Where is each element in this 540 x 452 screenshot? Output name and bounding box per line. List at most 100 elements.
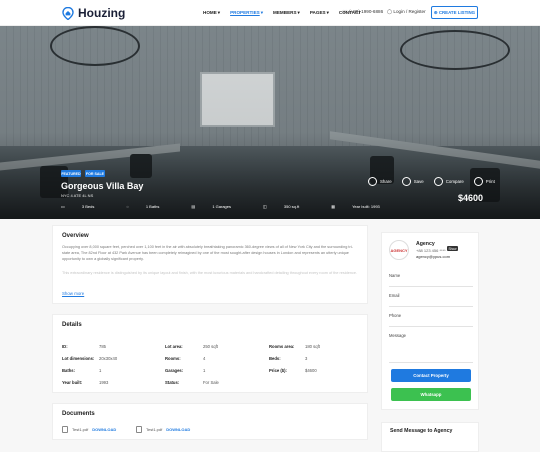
overview-title: Overview — [62, 233, 89, 239]
detail-value: 1 — [99, 368, 102, 373]
save-button[interactable]: Save — [401, 177, 424, 186]
file-icon — [62, 426, 68, 433]
show-phone-button[interactable]: Show — [447, 246, 458, 251]
agency-phone: +88 123 456 **** — [416, 248, 446, 253]
area-fact: ◫ 350 sq.ft — [263, 204, 315, 209]
agent-contact-card: AGENCY Agency +88 123 456 **** Show agen… — [381, 232, 479, 410]
detail-value: 250 sqft — [203, 344, 218, 349]
agency-name[interactable]: Agency — [416, 241, 435, 247]
details-row: ID: 785 Lot area: 250 sqft Rooms area: 1… — [62, 344, 362, 354]
detail-value: 4 — [203, 356, 206, 361]
fact-text: 1 Baths — [145, 204, 160, 209]
detail-label: Rooms area: — [269, 344, 295, 349]
compare-button[interactable]: Compare — [433, 177, 464, 186]
property-title: Gorgeous Villa Bay — [61, 181, 144, 191]
show-more-link[interactable]: Show more — [62, 291, 84, 296]
agency-logo: AGENCY — [389, 240, 409, 260]
dropdown-icon: ▾ — [297, 10, 300, 15]
email-field[interactable]: Email — [389, 293, 473, 307]
detail-label: Lot dimensions: — [62, 356, 95, 361]
property-price: $4600 — [458, 193, 484, 203]
document-name: Test1.pdf — [146, 427, 163, 432]
detail-value: 1993 — [99, 380, 109, 385]
heart-icon — [401, 177, 411, 186]
bath-icon: ◌ — [126, 204, 130, 209]
dropdown-icon: ▾ — [260, 10, 264, 15]
email-field-label: Email — [389, 293, 400, 298]
house-pin-icon — [62, 6, 74, 20]
documents-card: Documents Test1.pdf DOWNLOAD Test1.pdf D… — [52, 403, 368, 440]
login-link[interactable]: ◯ Login / Register — [387, 9, 426, 15]
message-field[interactable]: Message — [389, 333, 473, 363]
share-icon — [368, 177, 377, 186]
top-navbar: Houzing HOME ▾ PROPERTIES ▾ MEMBERS ▾ PAGES… — [0, 0, 540, 26]
phone-field-label: Phone — [389, 313, 402, 318]
details-row: Baths: 1 Garages: 1 Price ($): $4600 — [62, 368, 362, 378]
documents-title: Documents — [62, 411, 95, 417]
agency-email[interactable]: agency@ypus.com — [416, 254, 450, 259]
property-address: NYC 4 ATE 4L NS — [61, 193, 94, 198]
brand-logo[interactable]: Houzing — [62, 6, 125, 20]
bed-icon: ▭ — [61, 204, 66, 209]
menu-item-properties[interactable]: PROPERTIES — [230, 10, 260, 16]
share-label: Share — [380, 179, 392, 184]
overview-paragraph-faded: This extraordinary residence is distingu… — [62, 271, 358, 275]
login-text: Login / Register — [393, 9, 426, 14]
detail-value: For Sale — [203, 380, 219, 385]
ruler-icon: ◫ — [263, 204, 268, 209]
detail-label: Lot area: — [165, 344, 183, 349]
property-facts: ▭ 3 Beds ◌ 1 Baths ▤ 1 Garages ◫ 350 sq.… — [61, 204, 412, 209]
menu-item-home[interactable]: HOME — [203, 10, 217, 16]
send-message-title: Send Message to Agency — [390, 428, 453, 434]
detail-label: Rooms: — [165, 356, 181, 361]
dropdown-icon: ▾ — [326, 10, 329, 15]
detail-value: 20x30x40 — [99, 356, 118, 361]
hero-actions: Share Save Compare Print — [368, 177, 505, 186]
brand-name: Houzing — [78, 6, 126, 20]
plus-icon — [433, 177, 443, 186]
create-listing-button[interactable]: ⊕ CREATE LISTING — [431, 6, 478, 19]
phone-field[interactable]: Phone — [389, 313, 473, 327]
main-content: Overview Occupying over 8,000 square fee… — [52, 225, 368, 440]
save-label: Save — [413, 179, 424, 184]
details-row: Year built: 1993 Status: For Sale — [62, 380, 362, 390]
download-link[interactable]: DOWNLOAD — [92, 427, 116, 432]
print-label: Print — [485, 179, 495, 184]
document-item: Test1.pdf DOWNLOAD — [62, 426, 116, 433]
featured-badge: FEATURED — [61, 170, 81, 177]
details-title: Details — [62, 322, 82, 328]
detail-label: Beds: — [269, 356, 281, 361]
print-button[interactable]: Print — [473, 177, 495, 186]
for-sale-badge: FOR SALE — [85, 170, 105, 177]
detail-value: 3 — [305, 356, 308, 361]
file-icon — [136, 426, 142, 433]
contact-property-button[interactable]: Contact Property — [391, 369, 471, 382]
detail-value: 785 — [99, 344, 106, 349]
menu-item-pages[interactable]: PAGES — [310, 10, 326, 16]
overview-paragraph: Occupying over 8,000 square feet, perche… — [62, 245, 353, 261]
phone-text: (+88) 1990-6886 — [349, 9, 384, 14]
header-phone[interactable]: ☏ (+88) 1990-6886 — [342, 9, 383, 15]
detail-label: Baths: — [62, 368, 76, 373]
detail-label: Garages: — [165, 368, 184, 373]
menu-item-members[interactable]: MEMBERS — [273, 10, 296, 16]
compare-label: Compare — [445, 179, 464, 184]
printer-icon — [473, 177, 483, 186]
send-message-card: Send Message to Agency — [381, 422, 479, 452]
name-field[interactable]: Name — [389, 273, 473, 287]
baths-fact: ◌ 1 Baths — [126, 204, 175, 209]
fact-text: 3 Beds — [81, 204, 95, 209]
phone-icon: ☏ — [342, 9, 350, 14]
whatsapp-button[interactable]: Whatsapp — [391, 388, 471, 401]
name-field-label: Name — [389, 273, 401, 278]
details-card: Details ID: 785 Lot area: 250 sqft Rooms… — [52, 314, 368, 393]
year-fact: ▦ Year built: 1993 — [331, 204, 396, 209]
fact-text: Year built: 1993 — [352, 204, 380, 209]
dropdown-icon: ▾ — [217, 10, 221, 15]
download-link[interactable]: DOWNLOAD — [166, 427, 190, 432]
detail-label: Year built: — [62, 380, 83, 385]
calendar-icon: ▦ — [331, 204, 337, 209]
share-button[interactable]: Share — [368, 177, 392, 186]
detail-label: Status: — [165, 380, 180, 385]
detail-value: 180 sqft — [305, 344, 320, 349]
